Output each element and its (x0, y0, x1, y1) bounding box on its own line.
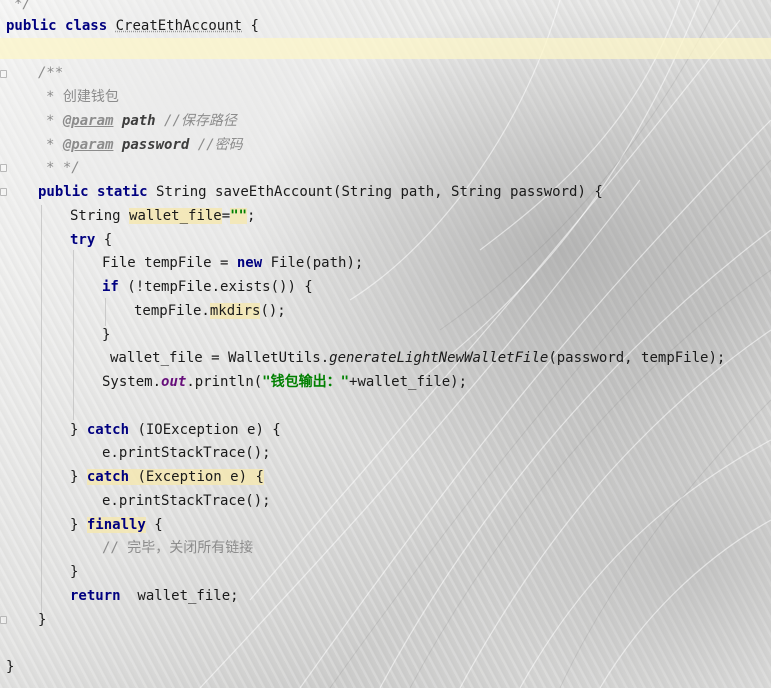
fold-marker[interactable] (0, 70, 7, 78)
code-line-doc-param: * @param path //保存路径 (46, 113, 237, 129)
fold-marker[interactable] (0, 616, 7, 624)
indent-guide (73, 250, 74, 420)
code-editor[interactable]: */ public class CreatEthAccount { /** * … (0, 0, 771, 688)
code-line-comment: // 完毕，关闭所有链接 (102, 540, 254, 556)
code-line-finally: } finally { (70, 517, 163, 533)
current-line-highlight (0, 38, 771, 59)
code-line: e.printStackTrace(); (102, 493, 271, 509)
code-line: } (102, 327, 111, 343)
code-line-doc-open: /** (38, 65, 64, 81)
code-line-return: return wallet_file; (70, 588, 239, 604)
code-line-doc-close: * */ (46, 160, 80, 176)
code-line: } (6, 659, 15, 675)
code-line: e.printStackTrace(); (102, 445, 271, 461)
code-line-catch: } catch (Exception e) { (70, 469, 264, 485)
code-line-doc-param: * @param password //密码 (46, 137, 243, 153)
code-line-try: try { (70, 232, 113, 248)
code-line: tempFile.mkdirs(); (134, 303, 286, 319)
code-line-method-signature: public static String saveEthAccount(Stri… (38, 184, 603, 200)
code-line-catch: } catch (IOException e) { (70, 422, 281, 438)
code-line: System.out.println("钱包输出："+wallet_file); (102, 374, 468, 390)
code-line: } (38, 612, 47, 628)
indent-guide (41, 205, 42, 615)
code-line: File tempFile = new File(path); (102, 255, 364, 271)
fold-marker[interactable] (0, 188, 7, 196)
code-line: String wallet_file=""; (70, 208, 256, 224)
code-line: } (70, 564, 79, 580)
code-line: wallet_file = WalletUtils.generateLightN… (110, 350, 726, 366)
code-line-if: if (!tempFile.exists()) { (102, 279, 313, 295)
code-line-doc: * 创建钱包 (46, 89, 119, 105)
code-line-class-declaration: public class CreatEthAccount { (6, 18, 259, 34)
fold-marker[interactable] (0, 164, 7, 172)
code-line: */ (14, 0, 31, 12)
indent-guide (105, 298, 106, 326)
